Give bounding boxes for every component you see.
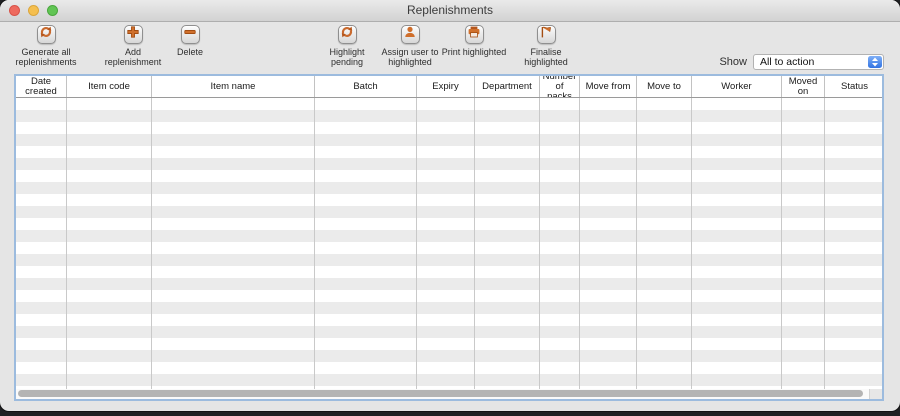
column-divider xyxy=(416,98,417,389)
traffic-lights xyxy=(9,5,58,16)
flag-icon xyxy=(539,25,553,44)
tool-button-label: Print highlighted xyxy=(426,47,522,57)
table-header: Date createdItem codeItem nameBatchExpir… xyxy=(16,76,882,98)
tool-button-label: Generate all replenishments xyxy=(2,47,90,67)
column-header-batch[interactable]: Batch xyxy=(315,76,417,97)
show-filter-group: Show All to action xyxy=(719,54,884,70)
minimize-button[interactable] xyxy=(28,5,39,16)
show-dropdown[interactable]: All to action xyxy=(753,54,884,70)
column-divider xyxy=(691,98,692,389)
column-header-department[interactable]: Department xyxy=(475,76,540,97)
printer-icon xyxy=(467,25,481,44)
generate-all-replenishments-button[interactable]: Generate all replenishments xyxy=(2,25,90,67)
user-icon xyxy=(403,25,417,44)
replenishments-table: Date createdItem codeItem nameBatchExpir… xyxy=(14,74,884,401)
close-button[interactable] xyxy=(9,5,20,16)
column-header-move-to[interactable]: Move to xyxy=(637,76,692,97)
column-header-number-of-packs[interactable]: Number of packs xyxy=(540,76,580,97)
dropdown-stepper-icon xyxy=(868,56,882,68)
window-title: Replenishments xyxy=(0,0,900,21)
delete-button[interactable]: Delete xyxy=(160,25,220,57)
column-header-moved-on[interactable]: Moved on xyxy=(782,76,825,97)
column-header-item-code[interactable]: Item code xyxy=(67,76,152,97)
column-divider xyxy=(579,98,580,389)
column-divider xyxy=(66,98,67,389)
column-header-status[interactable]: Status xyxy=(825,76,884,97)
show-label: Show xyxy=(719,56,747,68)
column-divider xyxy=(151,98,152,389)
minus-icon xyxy=(183,25,197,44)
column-divider xyxy=(474,98,475,389)
sync-icon xyxy=(340,25,354,44)
column-header-expiry[interactable]: Expiry xyxy=(417,76,475,97)
tool-button-label: Add replenishment xyxy=(100,47,166,67)
tool-button-label: Delete xyxy=(160,47,220,57)
column-header-worker[interactable]: Worker xyxy=(692,76,782,97)
sync-icon xyxy=(39,25,53,44)
print-highlighted-button[interactable]: Print highlighted xyxy=(426,25,522,57)
scrollbar-corner xyxy=(869,389,882,399)
column-header-item-name[interactable]: Item name xyxy=(152,76,315,97)
replenishments-window: Replenishments Generate all replenishmen… xyxy=(0,0,900,411)
table-body[interactable] xyxy=(16,98,882,389)
tool-button-label: Finalise highlighted xyxy=(514,47,578,67)
column-header-date-created[interactable]: Date created xyxy=(16,76,67,97)
show-dropdown-value: All to action xyxy=(754,56,883,68)
toolbar: Generate all replenishments Add replenish… xyxy=(0,22,900,75)
finalise-highlighted-button[interactable]: Finalise highlighted xyxy=(514,25,578,67)
column-divider xyxy=(314,98,315,389)
horizontal-scrollbar[interactable] xyxy=(16,389,870,399)
zoom-button[interactable] xyxy=(47,5,58,16)
add-replenishment-button[interactable]: Add replenishment xyxy=(100,25,166,67)
column-divider xyxy=(824,98,825,389)
column-divider xyxy=(781,98,782,389)
titlebar: Replenishments xyxy=(0,0,900,22)
column-divider xyxy=(636,98,637,389)
plus-icon xyxy=(126,25,140,44)
column-divider xyxy=(539,98,540,389)
scrollbar-thumb[interactable] xyxy=(18,390,863,397)
column-header-move-from[interactable]: Move from xyxy=(580,76,637,97)
